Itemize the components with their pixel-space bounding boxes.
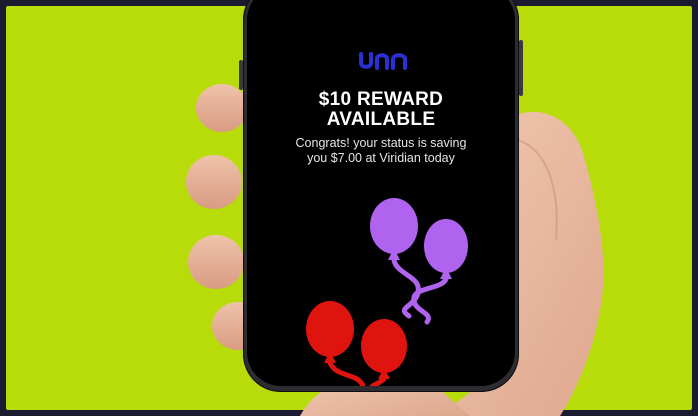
phone-side-button [519, 40, 523, 96]
balloons-illustration [306, 198, 468, 386]
promo-image: $10 REWARD AVAILABLE Congrats! your stat… [0, 0, 698, 416]
red-balloons-icon [306, 301, 407, 386]
purple-balloons-icon [370, 198, 468, 325]
phone-side-button [239, 60, 243, 90]
phone-screen: $10 REWARD AVAILABLE Congrats! your stat… [247, 0, 515, 386]
